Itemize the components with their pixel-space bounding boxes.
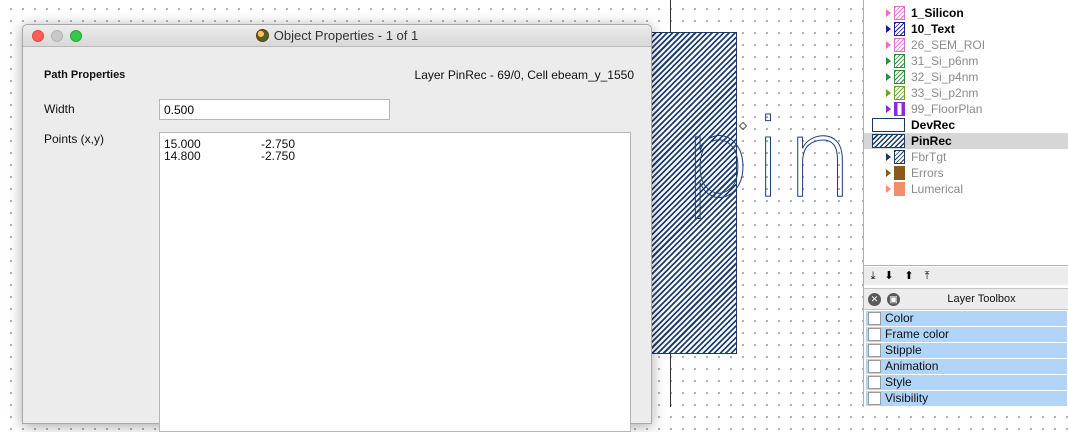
expand-arrow-icon[interactable] xyxy=(886,105,891,113)
point-y: -2.750 xyxy=(261,149,296,163)
layer-name: 32_Si_p4nm xyxy=(911,70,979,84)
layer-toolbox-title: Layer Toolbox xyxy=(947,293,1016,305)
layer-toolbox-header: ✕ ▣ Layer Toolbox xyxy=(864,288,1068,310)
points-textarea[interactable]: 15.000 -2.750 14.800 -2.750 xyxy=(159,132,631,432)
layer-move-toolbar: ⤓ ⬇ ⬆ ⤒ xyxy=(864,267,1068,285)
expand-arrow-icon[interactable] xyxy=(886,41,891,49)
layer-item[interactable]: 33_Si_p2nm xyxy=(864,85,1068,101)
toolbox-stipple[interactable]: Stipple xyxy=(866,343,1067,358)
layer-item[interactable]: DevRec xyxy=(864,117,1068,133)
layer-name: 99_FloorPlan xyxy=(911,102,983,116)
expand-arrow-icon[interactable] xyxy=(886,25,891,33)
points-label: Points (x,y) xyxy=(44,132,105,146)
expand-arrow-icon[interactable] xyxy=(886,153,891,161)
toolbox-item-label: Color xyxy=(885,311,914,325)
layer-name: 31_Si_p6nm xyxy=(911,54,979,68)
layer-swatch xyxy=(894,86,905,100)
point-row: 15.000 -2.750 xyxy=(164,138,626,150)
toolbox-visibility[interactable]: Visibility xyxy=(866,391,1067,406)
expand-arrow-icon[interactable] xyxy=(886,57,891,65)
globe-icon xyxy=(255,29,269,42)
layer-name: 33_Si_p2nm xyxy=(911,86,979,100)
layer-swatch xyxy=(894,54,905,68)
expand-arrow-icon[interactable] xyxy=(886,169,891,177)
toolbox-color[interactable]: Color xyxy=(866,311,1067,326)
layer-swatch xyxy=(894,6,905,20)
expand-arrow-icon[interactable] xyxy=(886,185,891,193)
layer-swatch xyxy=(872,134,905,148)
move-up-icon[interactable]: ⬆ xyxy=(902,269,916,283)
layer-name: 10_Text xyxy=(911,22,955,36)
object-properties-dialog: Object Properties - 1 of 1 Path Properti… xyxy=(22,24,652,432)
toolbox-item-label: Frame color xyxy=(885,327,950,341)
toolbox-style[interactable]: Style xyxy=(866,375,1067,390)
layer-swatch xyxy=(872,118,905,132)
layer-item[interactable]: 26_SEM_ROI xyxy=(864,37,1068,53)
layer-cell-info: Layer PinRec - 69/0, Cell ebeam_y_1550 xyxy=(414,68,634,82)
layer-name: DevRec xyxy=(911,118,956,132)
expand-arrow-icon[interactable] xyxy=(886,73,891,81)
dialog-title-text: Object Properties - 1 of 1 xyxy=(273,28,419,43)
layer-item[interactable]: 1_Silicon xyxy=(864,5,1068,21)
layer-swatch xyxy=(894,38,905,52)
expand-checkbox[interactable] xyxy=(868,328,881,341)
move-to-top-icon[interactable]: ⤒ xyxy=(920,269,934,283)
layer-name: Errors xyxy=(911,166,944,180)
layer-item[interactable]: Lumerical xyxy=(864,181,1068,197)
layer-item[interactable]: 99_FloorPlan xyxy=(864,101,1068,117)
layer-name: PinRec xyxy=(911,134,952,148)
layer-swatch xyxy=(894,182,905,196)
expand-arrow-icon[interactable] xyxy=(886,9,891,17)
expand-checkbox[interactable] xyxy=(868,392,881,405)
toolbox-item-label: Stipple xyxy=(885,343,922,357)
expand-checkbox[interactable] xyxy=(868,344,881,357)
layer-swatch xyxy=(894,166,905,180)
layer-swatch xyxy=(894,150,905,164)
dialog-title: Object Properties - 1 of 1 xyxy=(23,28,651,43)
move-to-bottom-icon[interactable]: ⤓ xyxy=(866,269,880,283)
layer-swatch xyxy=(894,102,905,116)
toolbox-frame-color[interactable]: Frame color xyxy=(866,327,1067,342)
width-label: Width xyxy=(44,102,75,116)
width-input[interactable] xyxy=(159,99,390,120)
toolbox-item-label: Animation xyxy=(885,359,939,373)
dialog-titlebar[interactable]: Object Properties - 1 of 1 xyxy=(23,25,651,47)
layer-item[interactable]: 10_Text xyxy=(864,21,1068,37)
layer-swatch xyxy=(894,70,905,84)
layer-name: Lumerical xyxy=(911,182,964,196)
point-x: 14.800 xyxy=(164,149,201,163)
point-row: 14.800 -2.750 xyxy=(164,150,626,162)
layer-item[interactable]: PinRec xyxy=(864,133,1068,149)
layer-name: 26_SEM_ROI xyxy=(911,38,986,52)
layer-item[interactable]: 32_Si_p4nm xyxy=(864,69,1068,85)
toolbox-item-label: Visibility xyxy=(885,391,929,405)
section-title: Path Properties xyxy=(44,69,126,81)
expand-checkbox[interactable] xyxy=(868,312,881,325)
expand-checkbox[interactable] xyxy=(868,360,881,373)
layer-item[interactable]: 31_Si_p6nm xyxy=(864,53,1068,69)
layer-name: FbrTgt xyxy=(911,150,947,164)
layer-item[interactable]: FbrTgt xyxy=(864,149,1068,165)
layer-side-panel: 1_Silicon 10_Text 26_SEM_ROI 31_Si_p6nm 32_S… xyxy=(863,0,1068,407)
expand-arrow-icon[interactable] xyxy=(886,89,891,97)
layer-swatch xyxy=(894,22,905,36)
toolbox-animation[interactable]: Animation xyxy=(866,359,1067,374)
expand-checkbox[interactable] xyxy=(868,376,881,389)
layer-list[interactable]: 1_Silicon 10_Text 26_SEM_ROI 31_Si_p6nm 32_S… xyxy=(864,0,1068,266)
layer-name: 1_Silicon xyxy=(911,6,964,20)
move-down-icon[interactable]: ⬇ xyxy=(882,269,896,283)
toolbox-item-label: Style xyxy=(885,375,912,389)
layer-item[interactable]: Errors xyxy=(864,165,1068,181)
